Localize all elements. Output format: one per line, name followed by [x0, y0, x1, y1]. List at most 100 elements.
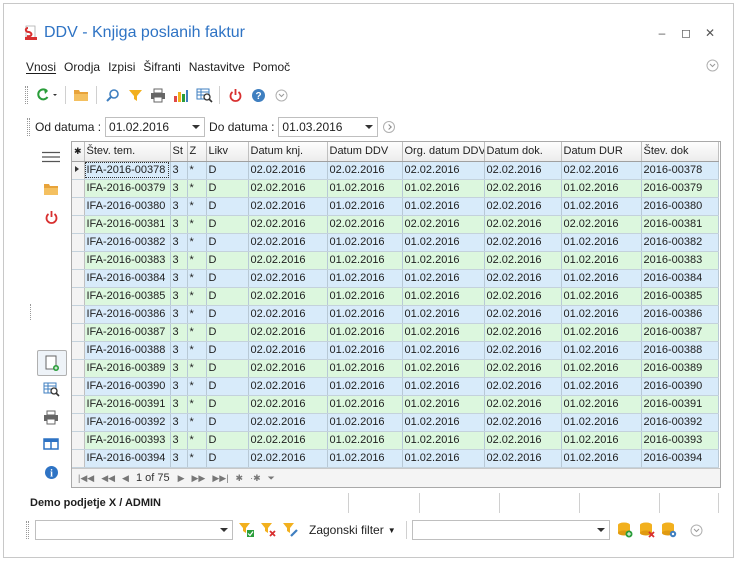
table-cell[interactable]: 01.02.2016 — [402, 323, 485, 342]
table-cell[interactable]: 01.02.2016 — [327, 395, 403, 414]
table-row[interactable]: IFA-2016-00389 3 * D 02.02.2016 01.02.2016 01.… — [72, 359, 719, 378]
row-indicator[interactable] — [72, 395, 85, 414]
column-header-datum-ddv[interactable]: Datum DDV — [327, 142, 403, 162]
table-cell[interactable]: IFA-2016-00379 — [84, 179, 171, 198]
table-cell[interactable]: * — [187, 251, 207, 270]
table-cell[interactable]: 01.02.2016 — [561, 233, 642, 252]
table-cell[interactable]: IFA-2016-00380 — [84, 197, 171, 216]
close-button[interactable]: ✕ — [703, 26, 717, 40]
table-cell[interactable]: 01.02.2016 — [561, 287, 642, 306]
print-button[interactable] — [148, 85, 168, 105]
table-cell[interactable]: D — [206, 323, 249, 342]
new-document-button[interactable] — [37, 350, 67, 376]
table-cell[interactable]: 01.02.2016 — [402, 341, 485, 360]
minimize-button[interactable]: – — [655, 26, 669, 40]
help-button[interactable]: ? — [248, 85, 268, 105]
table-row[interactable]: IFA-2016-00388 3 * D 02.02.2016 01.02.2016 01.… — [72, 341, 719, 360]
table-cell[interactable]: 3 — [170, 215, 188, 234]
table-cell[interactable]: 2016-00378 — [641, 161, 719, 180]
sidebar-grid-search-button[interactable] — [42, 380, 60, 398]
table-cell[interactable]: 01.02.2016 — [561, 323, 642, 342]
table-row[interactable]: IFA-2016-00384 3 * D 02.02.2016 01.02.2016 01.… — [72, 269, 719, 288]
column-header-stev-tem[interactable]: Štev. tem. — [84, 142, 171, 162]
table-cell[interactable]: 02.02.2016 — [248, 161, 328, 180]
table-cell[interactable]: * — [187, 431, 207, 450]
table-cell[interactable]: 01.02.2016 — [402, 197, 485, 216]
table-cell[interactable]: 01.02.2016 — [327, 179, 403, 198]
refresh-button[interactable] — [34, 85, 60, 105]
table-cell[interactable]: D — [206, 305, 249, 324]
table-cell[interactable]: 01.02.2016 — [327, 341, 403, 360]
table-cell[interactable]: 3 — [170, 233, 188, 252]
table-cell[interactable]: IFA-2016-00388 — [84, 341, 171, 360]
chevron-down-icon[interactable] — [220, 528, 228, 532]
table-cell[interactable]: 02.02.2016 — [248, 431, 328, 450]
table-cell[interactable]: IFA-2016-00382 — [84, 233, 171, 252]
table-cell[interactable]: 02.02.2016 — [327, 215, 403, 234]
table-cell[interactable]: 01.02.2016 — [402, 431, 485, 450]
table-cell[interactable]: 02.02.2016 — [402, 215, 485, 234]
table-cell[interactable]: 02.02.2016 — [484, 341, 562, 360]
next-page-button[interactable]: ▶▶ — [192, 473, 206, 484]
menu-vnosi[interactable]: Vnosi — [26, 60, 56, 76]
table-cell[interactable]: IFA-2016-00383 — [84, 251, 171, 270]
table-cell[interactable]: 2016-00380 — [641, 197, 719, 216]
table-cell[interactable]: 2016-00393 — [641, 431, 719, 450]
grid-search-button[interactable] — [194, 85, 214, 105]
row-indicator[interactable] — [72, 341, 85, 360]
table-cell[interactable]: IFA-2016-00391 — [84, 395, 171, 414]
table-cell[interactable]: IFA-2016-00394 — [84, 449, 171, 468]
table-cell[interactable]: D — [206, 215, 249, 234]
table-row[interactable]: IFA-2016-00394 3 * D 02.02.2016 01.02.2016 01.… — [72, 449, 719, 468]
table-row[interactable]: IFA-2016-00385 3 * D 02.02.2016 01.02.2016 01.… — [72, 287, 719, 306]
table-cell[interactable]: * — [187, 413, 207, 432]
table-cell[interactable]: * — [187, 215, 207, 234]
table-cell[interactable]: D — [206, 377, 249, 396]
table-cell[interactable]: 01.02.2016 — [561, 251, 642, 270]
table-cell[interactable]: D — [206, 449, 249, 468]
table-cell[interactable]: IFA-2016-00392 — [84, 413, 171, 432]
table-row[interactable]: IFA-2016-00379 3 * D 02.02.2016 01.02.2016 01.… — [72, 179, 719, 198]
table-cell[interactable]: 01.02.2016 — [561, 359, 642, 378]
table-cell[interactable]: 02.02.2016 — [484, 215, 562, 234]
table-cell[interactable]: 01.02.2016 — [327, 431, 403, 450]
table-cell[interactable]: 2016-00385 — [641, 287, 719, 306]
table-cell[interactable]: * — [187, 305, 207, 324]
table-row[interactable]: IFA-2016-00392 3 * D 02.02.2016 01.02.2016 01.… — [72, 413, 719, 432]
table-cell[interactable]: 3 — [170, 395, 188, 414]
table-row[interactable]: IFA-2016-00381 3 * D 02.02.2016 02.02.2016 02.… — [72, 215, 719, 234]
row-indicator[interactable] — [72, 179, 85, 198]
toolbar-grip[interactable] — [25, 86, 28, 104]
table-cell[interactable]: 2016-00387 — [641, 323, 719, 342]
exit-button[interactable] — [225, 85, 245, 105]
table-cell[interactable]: 3 — [170, 251, 188, 270]
nav-filter-button[interactable]: ⏷ — [268, 473, 275, 484]
row-indicator[interactable] — [72, 197, 85, 216]
table-cell[interactable]: 02.02.2016 — [484, 305, 562, 324]
grid-corner-cell[interactable]: ✱ — [72, 142, 85, 162]
table-cell[interactable]: 01.02.2016 — [402, 395, 485, 414]
sidebar-exit-button[interactable] — [42, 208, 60, 226]
table-cell[interactable]: 01.02.2016 — [402, 251, 485, 270]
layout-settings-button[interactable] — [660, 521, 678, 539]
row-indicator[interactable] — [72, 413, 85, 432]
column-header-datum-knj[interactable]: Datum knj. — [248, 142, 328, 162]
sidebar-columns-button[interactable] — [42, 435, 60, 453]
chevron-down-icon[interactable] — [596, 528, 605, 532]
sidebar-info-button[interactable]: i — [42, 463, 60, 481]
chevron-down-icon[interactable] — [365, 125, 374, 129]
toolbar-expand-button[interactable] — [271, 85, 291, 105]
table-cell[interactable]: 02.02.2016 — [484, 269, 562, 288]
table-cell[interactable]: 02.02.2016 — [484, 287, 562, 306]
sidebar-print-button[interactable] — [42, 408, 60, 426]
row-indicator[interactable] — [72, 449, 85, 468]
maximize-button[interactable]: ◻ — [679, 26, 693, 40]
table-cell[interactable]: 01.02.2016 — [327, 413, 403, 432]
table-cell[interactable]: 2016-00388 — [641, 341, 719, 360]
table-cell[interactable]: D — [206, 233, 249, 252]
table-cell[interactable]: 02.02.2016 — [484, 395, 562, 414]
table-cell[interactable]: 02.02.2016 — [561, 215, 642, 234]
table-cell[interactable]: * — [187, 323, 207, 342]
table-cell[interactable]: 02.02.2016 — [484, 323, 562, 342]
table-cell[interactable]: 02.02.2016 — [484, 233, 562, 252]
